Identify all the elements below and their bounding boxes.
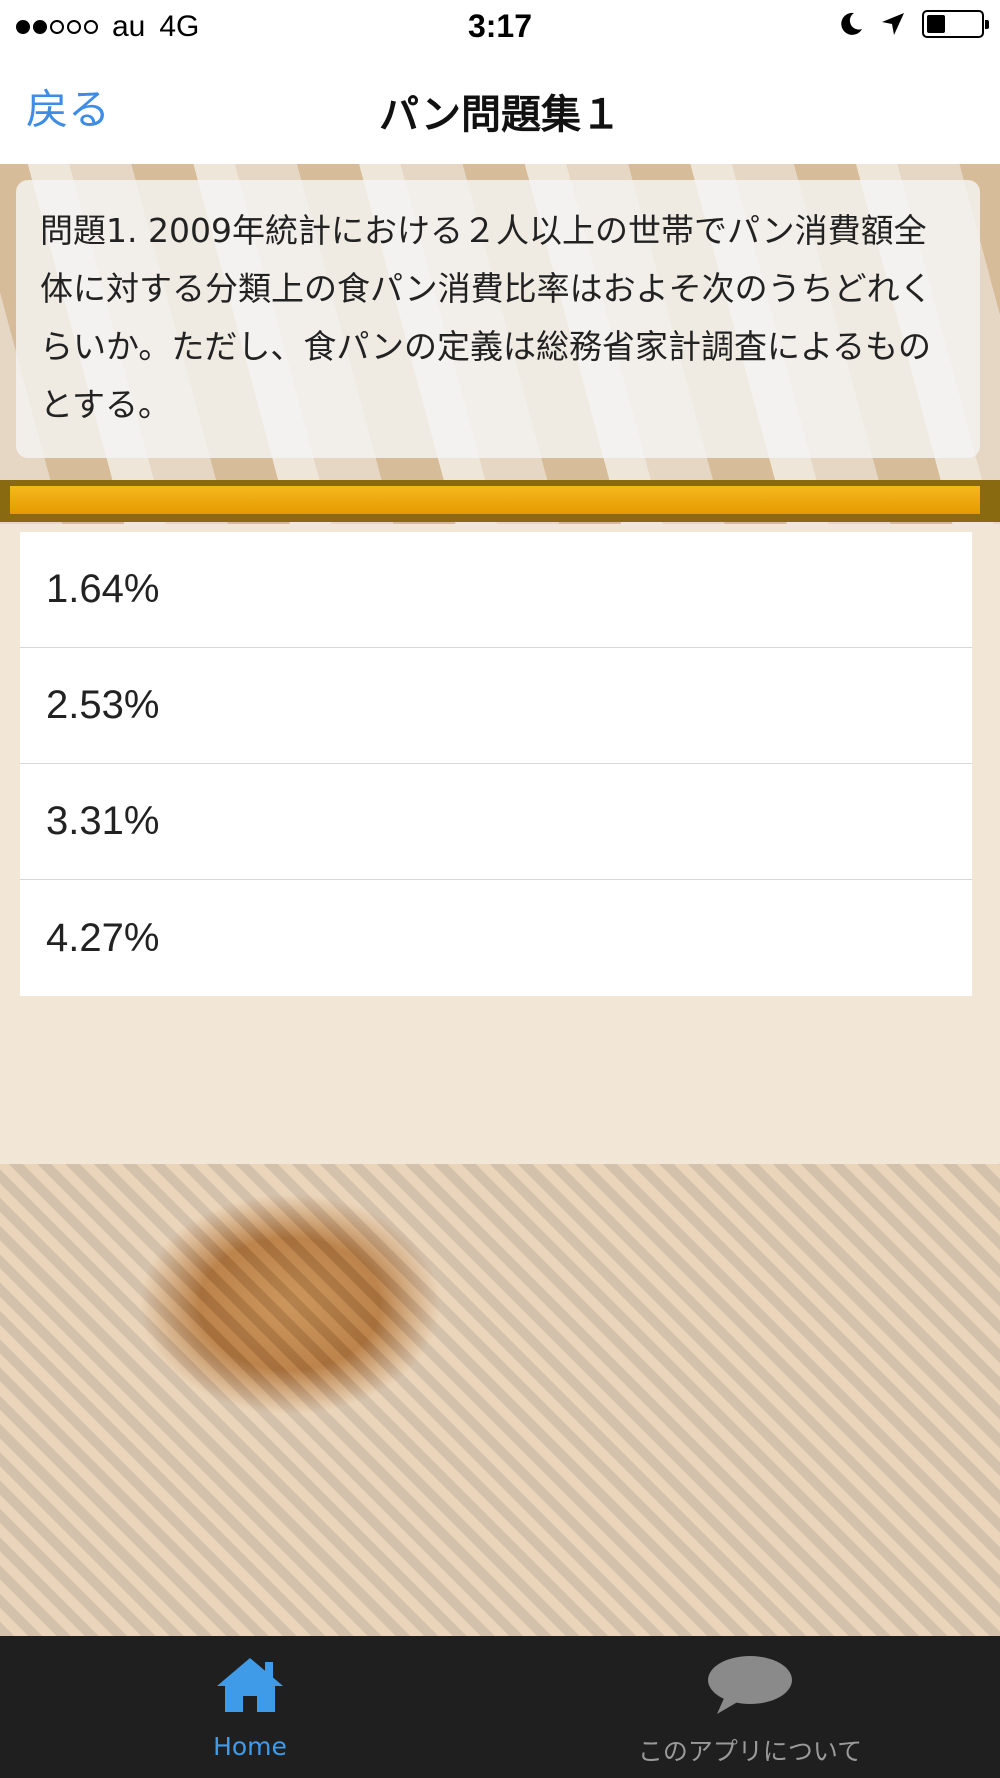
timer-progress-track bbox=[0, 480, 1000, 522]
location-arrow-icon bbox=[882, 13, 904, 35]
status-right bbox=[838, 10, 989, 38]
tab-about[interactable]: このアプリについて bbox=[500, 1636, 1000, 1778]
answer-option-3[interactable]: 3.31% bbox=[20, 764, 972, 880]
background-photo-basket bbox=[0, 1164, 1000, 1636]
timer-progress-bar bbox=[10, 486, 980, 514]
moon-icon bbox=[841, 12, 862, 35]
answer-option-4[interactable]: 4.27% bbox=[20, 880, 972, 996]
home-icon bbox=[217, 1658, 283, 1712]
navigation-bar: 戻る パン問題集１ bbox=[0, 52, 1000, 165]
speech-bubble-icon bbox=[708, 1656, 792, 1714]
answer-option-1[interactable]: 1.64% bbox=[20, 532, 972, 648]
tab-about-label: このアプリについて bbox=[637, 1737, 863, 1766]
quiz-content: 問題1. 2009年統計における２人以上の世帯でパン消費額全体に対する分類上の食… bbox=[0, 164, 1000, 1636]
battery-icon bbox=[922, 10, 989, 38]
tab-home-label: Home bbox=[213, 1732, 287, 1761]
tab-bar: Home このアプリについて bbox=[0, 1636, 1000, 1778]
answer-option-2[interactable]: 2.53% bbox=[20, 648, 972, 764]
answer-list: 1.64% 2.53% 3.31% 4.27% bbox=[20, 532, 972, 996]
page-title: パン問題集１ bbox=[379, 92, 621, 138]
question-panel: 問題1. 2009年統計における２人以上の世帯でパン消費額全体に対する分類上の食… bbox=[16, 180, 980, 458]
tab-home[interactable]: Home bbox=[0, 1636, 500, 1778]
status-bar: au 4G 3:17 bbox=[0, 0, 1000, 52]
question-text: 問題1. 2009年統計における２人以上の世帯でパン消費額全体に対する分類上の食… bbox=[40, 211, 933, 424]
battery-fill bbox=[927, 15, 945, 33]
